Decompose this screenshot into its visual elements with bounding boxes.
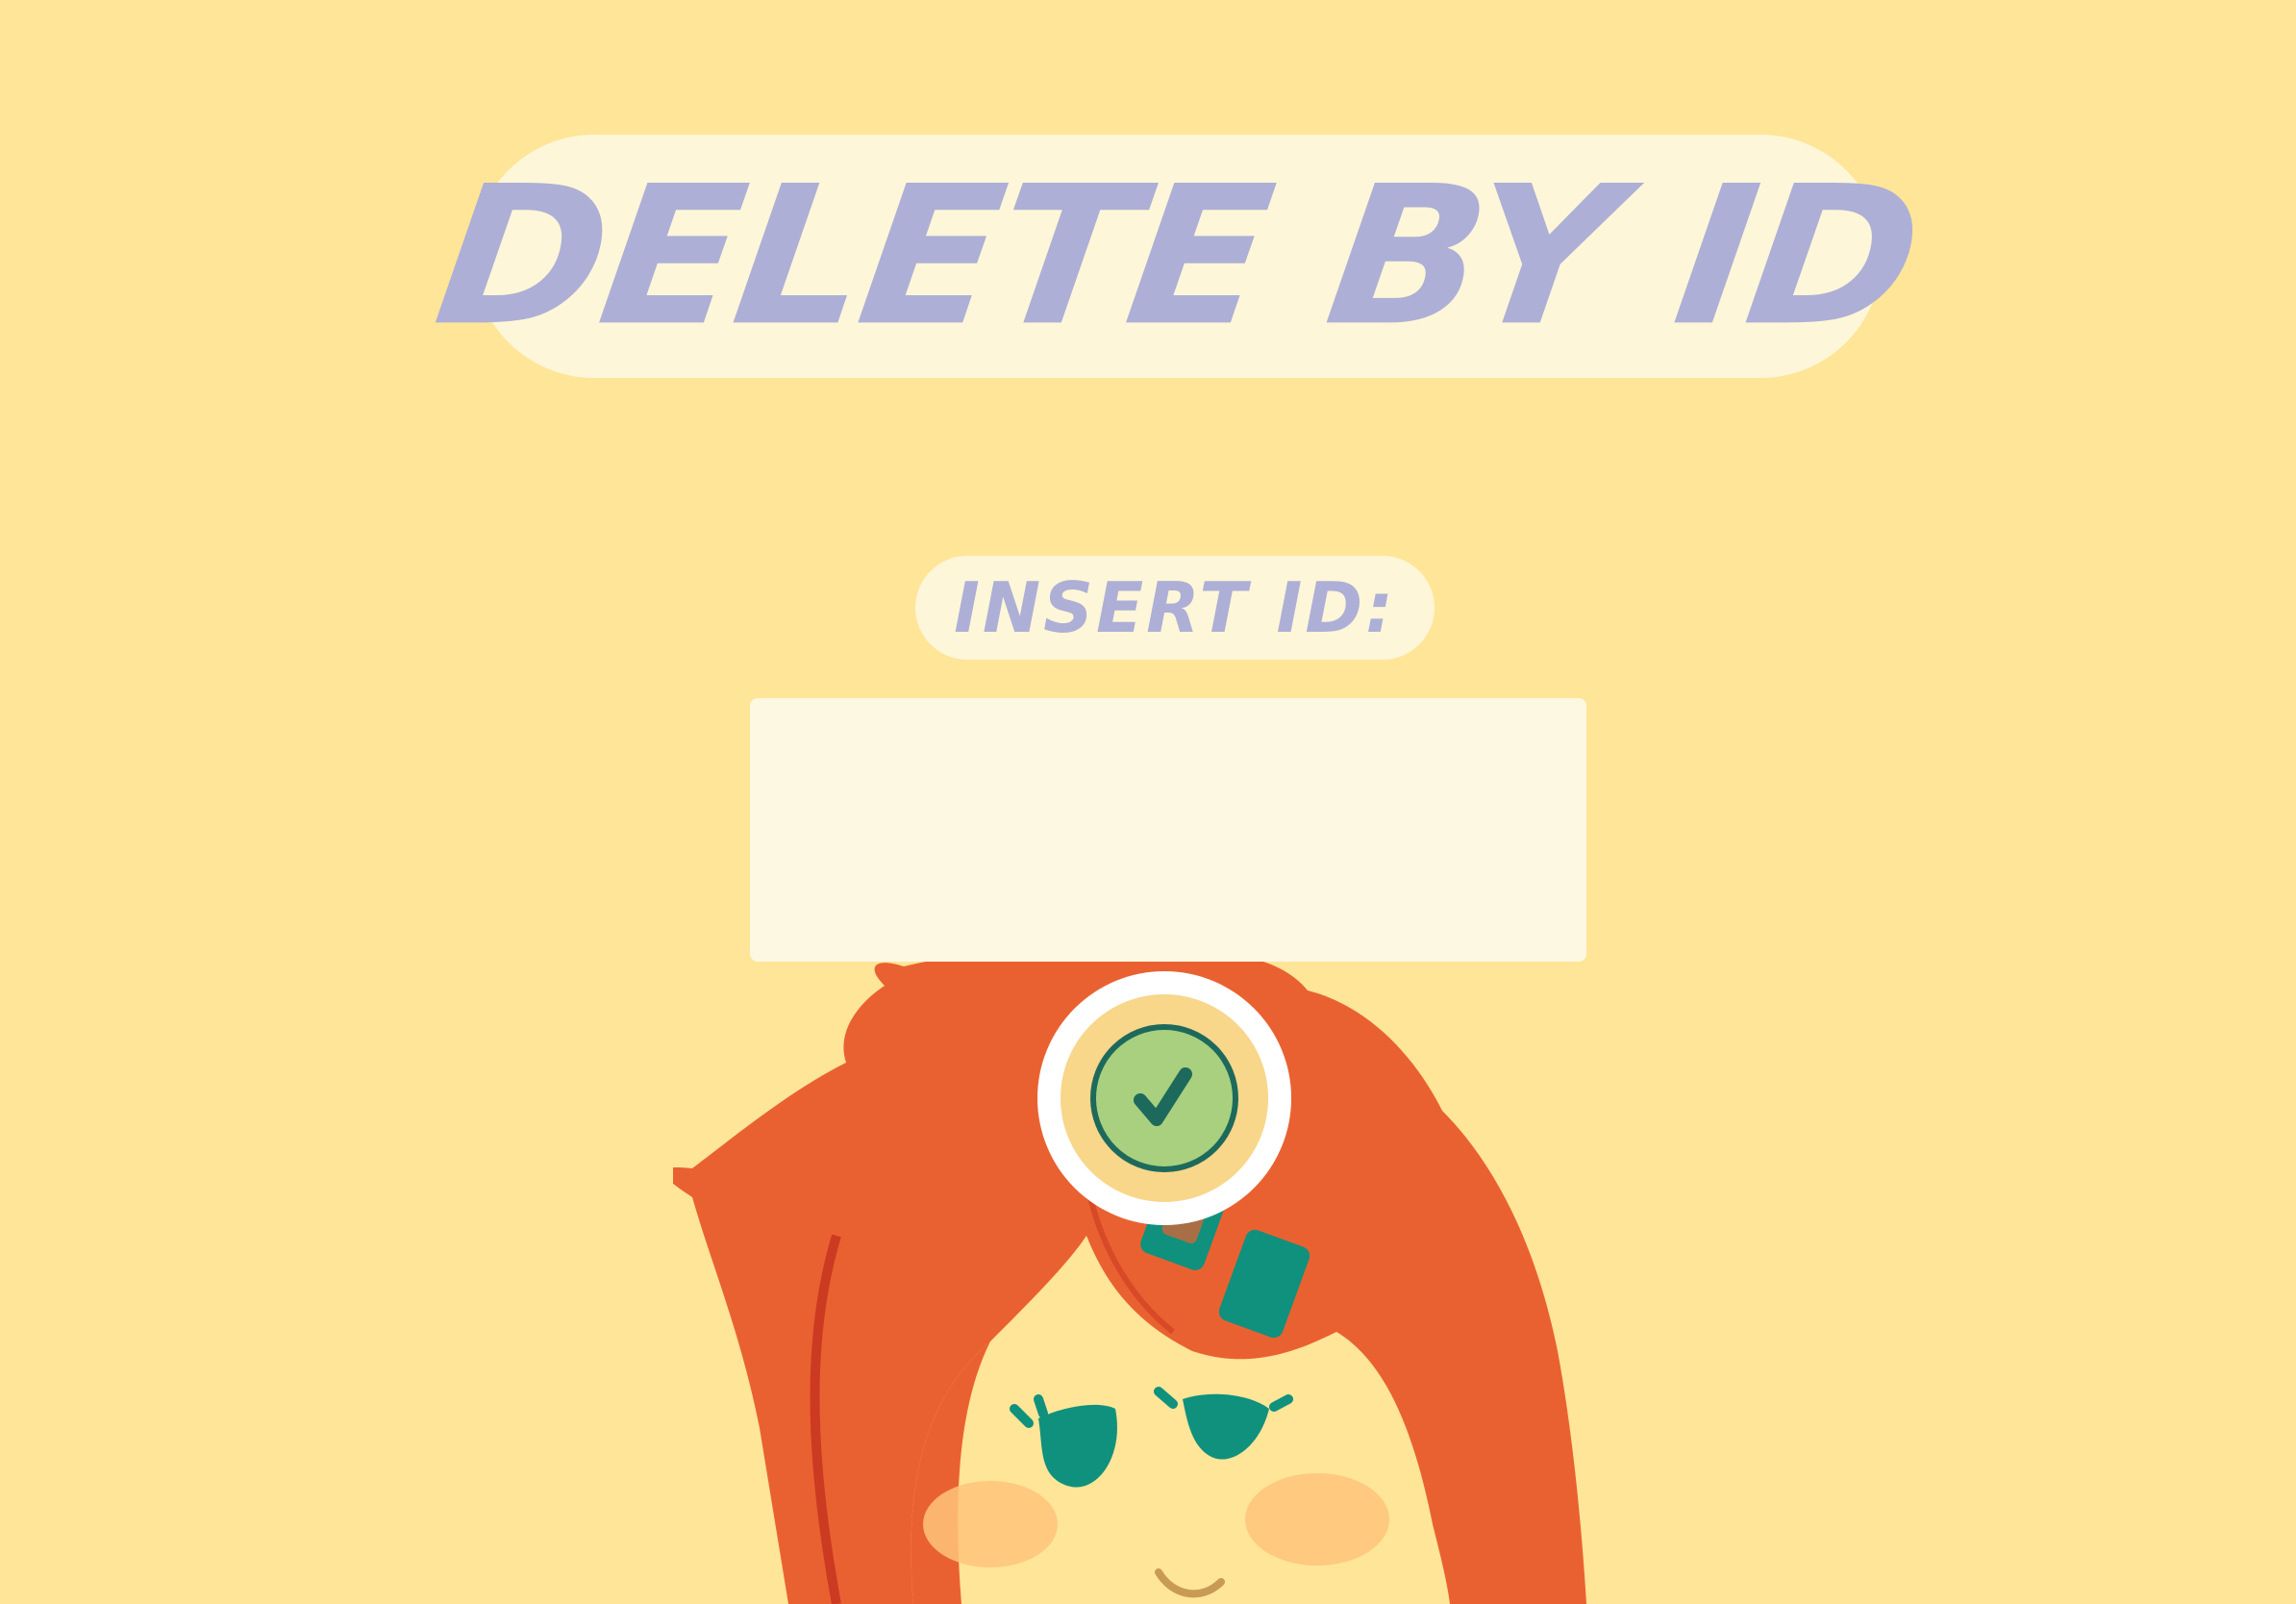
- insert-id-label: INSERT ID:: [954, 567, 1396, 648]
- left-blush: [923, 1481, 1058, 1567]
- check-icon: [1090, 1024, 1238, 1172]
- page-title: DELETE BY ID: [424, 143, 1931, 368]
- right-blush: [1245, 1473, 1389, 1566]
- insert-id-label-banner: INSERT ID:: [915, 556, 1435, 660]
- title-banner: DELETE BY ID: [425, 135, 1930, 378]
- id-input[interactable]: [750, 698, 1586, 962]
- confirm-button[interactable]: [1037, 971, 1291, 1225]
- confirm-button-face: [1061, 994, 1268, 1202]
